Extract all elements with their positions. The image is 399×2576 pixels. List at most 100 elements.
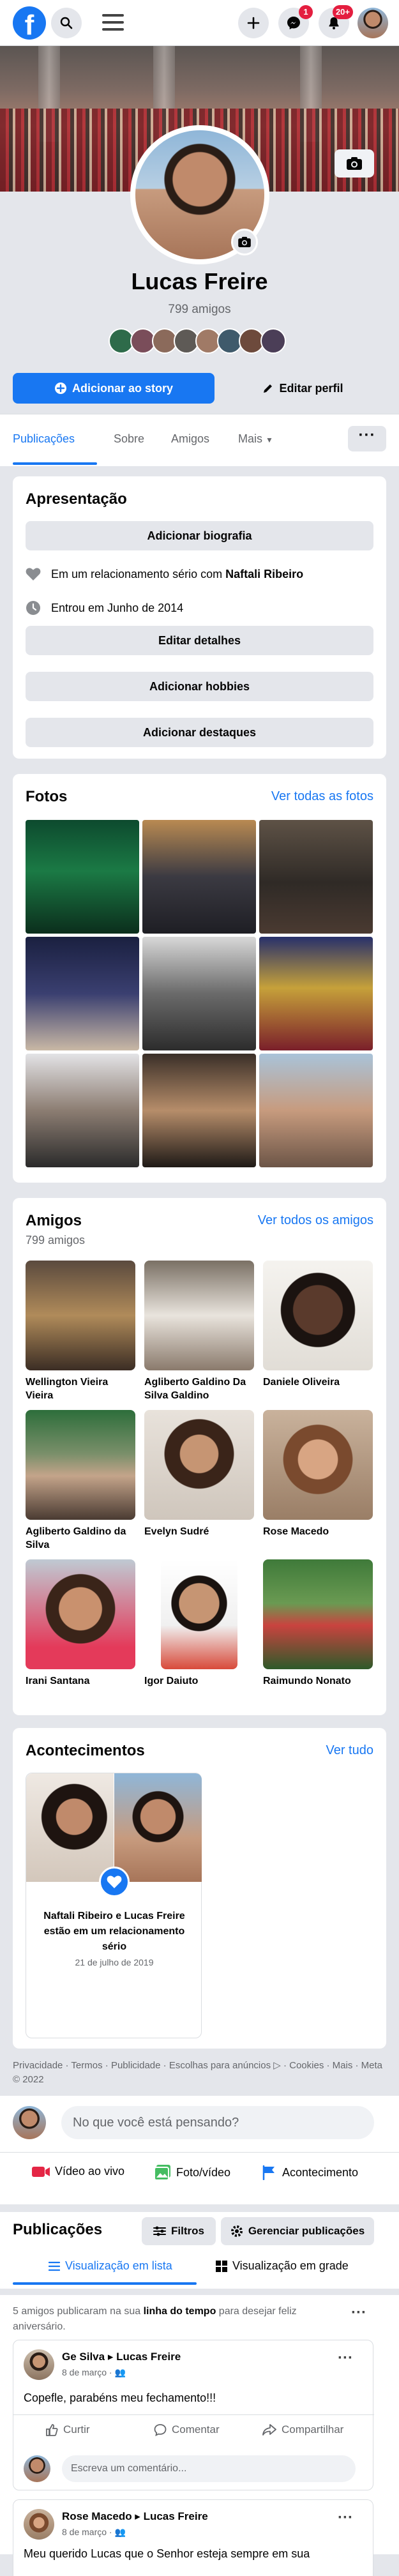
profile-name: Lucas Freire (131, 268, 268, 294)
tab-posts[interactable]: Publicações (13, 432, 75, 446)
edit-profile-picture-button[interactable] (231, 229, 258, 255)
friend-name[interactable]: Daniele Oliveira (263, 1375, 373, 1389)
filters-button[interactable]: Filtros (142, 2217, 216, 2245)
photo-thumbnail[interactable] (259, 1054, 373, 1167)
timeline-link[interactable]: linha do tempo (144, 2306, 216, 2317)
photo-thumbnail[interactable] (142, 937, 256, 1050)
footer-links[interactable]: Privacidade · Termos · Publicidade · Esc… (13, 2059, 383, 2087)
life-events-title: Acontecimentos (26, 1742, 145, 1759)
see-all-friends-link[interactable]: Ver todos os amigos (258, 1213, 373, 1228)
friend-photo[interactable] (263, 1410, 373, 1520)
relationship-info: Em um relacionamento sério com Naftali R… (26, 567, 303, 581)
heart-icon (26, 568, 41, 580)
more-options-button[interactable]: ··· (348, 426, 386, 451)
menu-icon[interactable] (102, 14, 124, 32)
partner-link[interactable]: Naftali Ribeiro (225, 568, 303, 580)
search-button[interactable] (51, 8, 82, 38)
messenger-button[interactable]: 1 (278, 5, 313, 38)
thumbs-up-icon (46, 2424, 58, 2436)
composer-input[interactable]: No que você está pensando? (61, 2106, 374, 2139)
post-options-button[interactable]: ··· (338, 2349, 353, 2367)
photo-thumbnail[interactable] (26, 820, 139, 934)
gear-icon (230, 2225, 243, 2237)
posts-header: Publicações Filtros Gerenciar publicaçõe… (0, 2212, 399, 2289)
live-video-button[interactable]: Vídeo ao vivo (32, 2165, 124, 2178)
add-story-button[interactable]: Adicionar ao story (13, 373, 215, 404)
create-button[interactable] (238, 8, 269, 38)
post-date[interactable]: 8 de março · 👥 (62, 2527, 126, 2538)
friend-name[interactable]: Evelyn Sudré (144, 1525, 254, 1538)
edit-details-button[interactable]: Editar detalhes (26, 626, 373, 655)
grid-view-tab[interactable]: Visualização em grade (216, 2259, 349, 2273)
see-all-events-link[interactable]: Ver tudo (326, 1743, 373, 1758)
photo-thumbnail[interactable] (259, 820, 373, 934)
camera-icon (347, 157, 362, 170)
photo-thumbnail[interactable] (26, 1054, 139, 1167)
photo-thumbnail[interactable] (259, 937, 373, 1050)
friend-photo[interactable] (144, 1410, 254, 1520)
tab-more[interactable]: Mais ▼ (238, 432, 273, 446)
friend-name[interactable]: Rose Macedo (263, 1525, 373, 1538)
photo-video-button[interactable]: Foto/vídeo (154, 2165, 230, 2180)
tab-about[interactable]: Sobre (114, 432, 144, 446)
comment-input[interactable]: Escreva um comentário... (62, 2455, 356, 2482)
friend-photo[interactable] (26, 1410, 135, 1520)
photo-thumbnail[interactable] (142, 820, 256, 934)
post-composer: No que você está pensando? Vídeo ao vivo… (0, 2096, 399, 2204)
post-author-avatar[interactable] (24, 2509, 54, 2540)
comment-button[interactable]: Comentar (154, 2423, 220, 2436)
photos-card: Fotos Ver todas as fotos (13, 774, 386, 1183)
friends-count[interactable]: 799 amigos (0, 303, 399, 317)
pencil-icon (264, 384, 273, 393)
messenger-badge: 1 (299, 5, 313, 19)
notifications-button[interactable]: 20+ (319, 5, 353, 38)
add-bio-button[interactable]: Adicionar biografia (26, 521, 373, 550)
friend-name[interactable]: Raimundo Nonato (263, 1674, 373, 1688)
facebook-logo-icon[interactable]: f (13, 6, 46, 40)
joined-info: Entrou em Junho de 2014 (26, 600, 183, 616)
friend-avatar[interactable] (260, 328, 286, 354)
friend-photo[interactable] (26, 1261, 135, 1370)
friend-photo[interactable] (263, 1261, 373, 1370)
post-author[interactable]: Ge Silva ▸ Lucas Freire (62, 2351, 181, 2363)
event-photo-left (26, 1773, 114, 1882)
friend-name[interactable]: Wellington Vieira Vieira (26, 1375, 135, 1402)
post-author[interactable]: Rose Macedo ▸ Lucas Freire (62, 2510, 208, 2523)
friend-name[interactable]: Igor Daiuto (144, 1674, 254, 1688)
share-button[interactable]: Compartilhar (262, 2423, 343, 2436)
birthday-options-button[interactable]: ··· (351, 2304, 366, 2322)
friend-name[interactable]: Agliberto Galdino da Silva (26, 1525, 135, 1552)
see-all-photos-link[interactable]: Ver todas as fotos (271, 789, 373, 804)
friend-photo[interactable] (26, 1559, 135, 1669)
life-event-date: 21 de julho de 2019 (75, 1957, 154, 1967)
edit-profile-button[interactable]: Editar perfil (220, 373, 386, 404)
post-date[interactable]: 8 de março · 👥 (62, 2367, 126, 2378)
friend-name[interactable]: Agliberto Galdino Da Silva Galdino (144, 1375, 254, 1402)
friend-avatars[interactable] (109, 328, 294, 355)
post-author-avatar[interactable] (24, 2349, 54, 2380)
account-avatar[interactable] (358, 8, 388, 38)
post-options-button[interactable]: ··· (338, 2509, 353, 2527)
top-bar: f 1 20+ (0, 0, 399, 46)
life-event-item[interactable]: Naftali Ribeiro e Lucas Freire estão em … (26, 1773, 202, 2038)
caret-down-icon: ▼ (266, 436, 273, 444)
add-hobbies-button[interactable]: Adicionar hobbies (26, 672, 373, 701)
event-photo-right (114, 1773, 202, 1882)
edit-cover-button[interactable] (335, 149, 374, 178)
like-button[interactable]: Curtir (45, 2423, 90, 2436)
life-event-button[interactable]: Acontecimento (262, 2165, 358, 2180)
add-featured-button[interactable]: Adicionar destaques (26, 718, 373, 747)
list-view-tab[interactable]: Visualização em lista (49, 2259, 172, 2273)
manage-posts-button[interactable]: Gerenciar publicações (221, 2217, 374, 2245)
clock-icon (26, 601, 40, 615)
tab-friends[interactable]: Amigos (171, 432, 209, 446)
photo-thumbnail[interactable] (142, 1054, 256, 1167)
composer-avatar[interactable] (13, 2106, 46, 2139)
friend-photo[interactable] (161, 1559, 237, 1669)
friend-photo[interactable] (263, 1559, 373, 1669)
friend-name[interactable]: Irani Santana (26, 1674, 135, 1688)
post-card: Ge Silva ▸ Lucas Freire 8 de março · 👥 ·… (13, 2340, 374, 2490)
friends-title: Amigos (26, 1212, 82, 1229)
photo-thumbnail[interactable] (26, 937, 139, 1050)
friend-photo[interactable] (144, 1261, 254, 1370)
